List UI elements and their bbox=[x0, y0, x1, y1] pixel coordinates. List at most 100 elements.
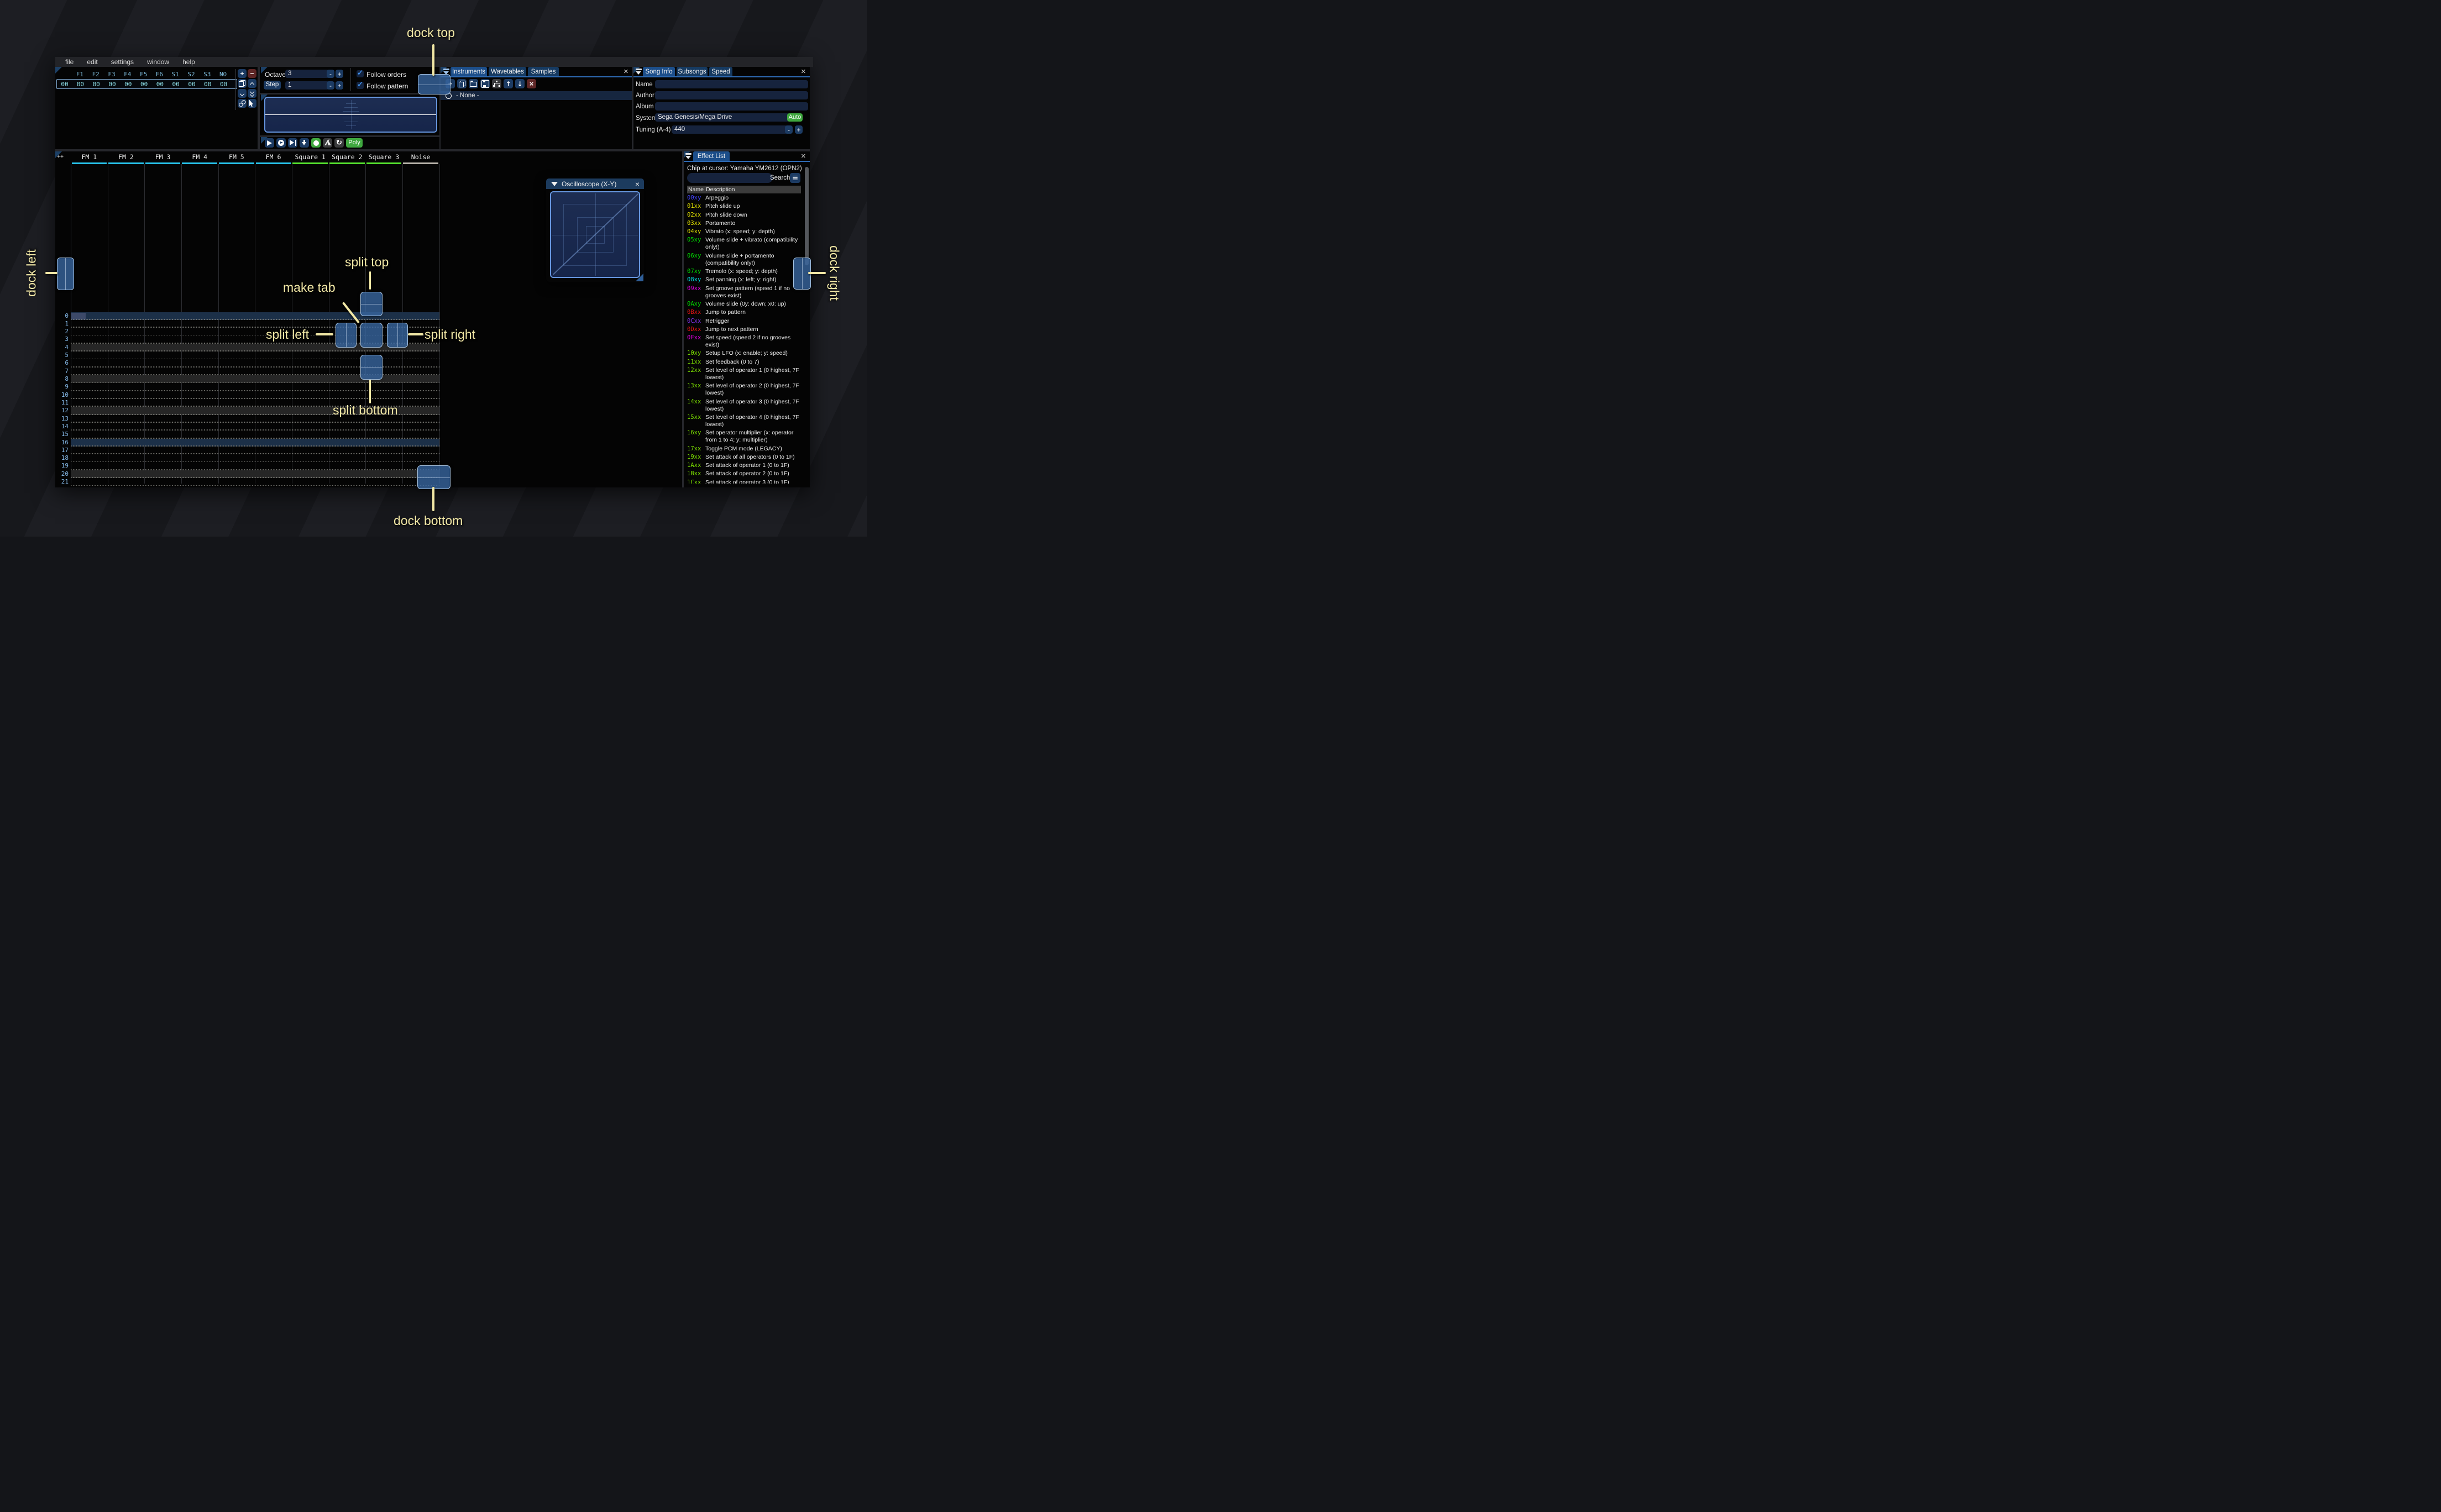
order-move-down-button[interactable] bbox=[238, 89, 247, 98]
channel-header[interactable]: Square 3 bbox=[365, 153, 402, 164]
order-move-up-button[interactable] bbox=[248, 79, 256, 88]
instrument-toggle-folders-button[interactable] bbox=[492, 79, 501, 88]
menu-item[interactable]: window bbox=[140, 58, 176, 66]
menu-item[interactable]: settings bbox=[104, 58, 140, 66]
pattern-row-cells[interactable] bbox=[71, 335, 439, 344]
pattern-row-cells[interactable] bbox=[71, 319, 439, 328]
tab-wavetables[interactable]: Wavetables bbox=[489, 67, 526, 76]
effect-list-scrollbar[interactable] bbox=[805, 167, 809, 265]
close-icon[interactable]: × bbox=[801, 67, 806, 76]
tab-samples[interactable]: Samples bbox=[528, 67, 559, 76]
split-left-target[interactable] bbox=[335, 323, 357, 348]
effect-row[interactable]: 17xx Toggle PCM mode (LEGACY) bbox=[687, 445, 802, 453]
pattern-row-cells[interactable] bbox=[71, 478, 439, 486]
octave-input[interactable]: 3 bbox=[285, 70, 329, 78]
effect-row[interactable]: 13xx Set level of operator 2 (0 highest,… bbox=[687, 382, 802, 397]
order-deep-clone-button[interactable] bbox=[238, 99, 247, 108]
close-icon[interactable]: × bbox=[624, 67, 628, 76]
channel-header[interactable]: FM 4 bbox=[181, 153, 218, 164]
effect-row[interactable]: 08xy Set panning (x: left; y: right) bbox=[687, 276, 802, 284]
resize-grip[interactable] bbox=[636, 274, 643, 281]
tab-effect-list[interactable]: Effect List bbox=[693, 151, 730, 161]
effect-row[interactable]: 09xx Set groove pattern (speed 1 if no g… bbox=[687, 285, 802, 300]
oscilloscope-xy-titlebar[interactable]: Oscilloscope (X-Y) × bbox=[546, 179, 644, 189]
close-icon[interactable]: × bbox=[801, 152, 806, 160]
step-plus-button[interactable]: + bbox=[336, 81, 343, 90]
close-icon[interactable]: × bbox=[635, 180, 640, 188]
order-row-selected[interactable]: 00 00 00 00 00 00 00 00 00 00 00 bbox=[56, 79, 237, 89]
pattern-row-cells[interactable] bbox=[71, 328, 439, 336]
hide-tab-bar-button[interactable] bbox=[636, 69, 642, 75]
order-cell[interactable]: 00 bbox=[72, 81, 88, 88]
tab-subsongs[interactable]: Subsongs bbox=[677, 67, 708, 76]
effect-row[interactable]: 00xy Arpeggio bbox=[687, 195, 802, 202]
step-minus-button[interactable]: - bbox=[327, 81, 334, 90]
instrument-list-item-selected[interactable]: - None - bbox=[441, 91, 632, 100]
octave-minus-button[interactable]: - bbox=[327, 70, 334, 78]
system-auto-button[interactable]: Auto bbox=[787, 113, 803, 122]
tuning-minus-button[interactable]: - bbox=[785, 125, 793, 134]
pattern-row-cells[interactable] bbox=[71, 383, 439, 391]
channel-header[interactable]: FM 2 bbox=[108, 153, 145, 164]
pattern-row-cells[interactable] bbox=[71, 367, 439, 375]
expand-channels-button[interactable]: ++ bbox=[57, 154, 64, 160]
repeat-pattern-button[interactable]: ↻ bbox=[334, 138, 344, 148]
menu-item[interactable]: edit bbox=[80, 58, 104, 66]
step-button[interactable]: Step bbox=[264, 81, 281, 90]
effect-row[interactable]: 10xy Setup LFO (x: enable; y: speed) bbox=[687, 350, 802, 357]
xy-scope-display[interactable] bbox=[550, 191, 640, 278]
effect-list-menu-button[interactable] bbox=[790, 173, 800, 183]
order-cell[interactable]: 00 bbox=[136, 81, 152, 88]
order-change-mode-button[interactable] bbox=[248, 99, 256, 108]
channel-header[interactable]: Square 1 bbox=[292, 153, 329, 164]
hide-tab-bar-button[interactable] bbox=[443, 69, 450, 75]
instrument-duplicate-button[interactable] bbox=[457, 79, 467, 88]
make-tab-target[interactable] bbox=[360, 323, 383, 348]
channel-header[interactable]: FM 3 bbox=[144, 153, 181, 164]
effect-table-header[interactable]: Name Description bbox=[687, 186, 801, 193]
pattern-row-cells[interactable] bbox=[71, 312, 439, 320]
effect-row[interactable]: 07xy Tremolo (x: speed; y: depth) bbox=[687, 268, 802, 275]
pattern-row-cells[interactable] bbox=[71, 454, 439, 463]
effect-row[interactable]: 11xx Set feedback (0 to 7) bbox=[687, 359, 802, 366]
effect-row[interactable]: 16xy Set operator multiplier (x: operato… bbox=[687, 429, 802, 444]
order-cell[interactable]: 00 bbox=[184, 81, 200, 88]
channel-header[interactable]: Noise bbox=[402, 153, 439, 164]
pattern-row-cells[interactable] bbox=[71, 343, 439, 352]
panel-divider[interactable] bbox=[682, 151, 684, 487]
instrument-save-button[interactable] bbox=[480, 79, 490, 88]
effect-row[interactable]: 0Cxx Retrigger bbox=[687, 318, 802, 325]
octave-plus-button[interactable]: + bbox=[336, 70, 343, 78]
instrument-move-down-button[interactable]: ↓ bbox=[515, 79, 525, 88]
order-remove-button[interactable]: − bbox=[248, 69, 256, 78]
tab-song-info[interactable]: Song Info bbox=[643, 67, 675, 76]
pattern-row-cells[interactable] bbox=[71, 359, 439, 368]
split-right-target[interactable] bbox=[387, 323, 408, 348]
search-input[interactable] bbox=[687, 173, 773, 183]
author-field[interactable] bbox=[655, 91, 808, 99]
menu-item[interactable]: file bbox=[59, 58, 80, 66]
pattern-cursor-cell[interactable] bbox=[71, 312, 86, 319]
effect-row[interactable]: 15xx Set level of operator 4 (0 highest,… bbox=[687, 414, 802, 428]
channel-header[interactable]: FM 5 bbox=[218, 153, 255, 164]
channel-header[interactable]: Square 2 bbox=[328, 153, 365, 164]
effect-row[interactable]: 02xx Pitch slide down bbox=[687, 212, 802, 219]
pattern-row-cells[interactable] bbox=[71, 375, 439, 384]
order-cell[interactable]: 00 bbox=[152, 81, 168, 88]
album-field[interactable] bbox=[655, 102, 808, 111]
pattern-row-cells[interactable] bbox=[71, 470, 439, 479]
order-duplicate-end-button[interactable] bbox=[248, 89, 256, 98]
split-bottom-target[interactable] bbox=[360, 354, 383, 380]
split-top-target[interactable] bbox=[360, 291, 383, 316]
effect-row[interactable]: 0Axy Volume slide (0y: down; x0: up) bbox=[687, 301, 802, 308]
effect-row[interactable]: 01xx Pitch slide up bbox=[687, 203, 802, 210]
order-add-button[interactable]: + bbox=[238, 69, 247, 78]
pattern-row-cells[interactable] bbox=[71, 446, 439, 455]
effect-row[interactable]: 12xx Set level of operator 1 (0 highest,… bbox=[687, 367, 802, 381]
system-field[interactable]: Sega Genesis/Mega Drive bbox=[655, 113, 789, 122]
step-row-button[interactable] bbox=[300, 138, 309, 148]
order-cell[interactable]: 00 bbox=[168, 81, 184, 88]
effect-row[interactable]: 1Bxx Set attack of operator 2 (0 to 1F) bbox=[687, 470, 802, 477]
instrument-open-button[interactable] bbox=[469, 79, 478, 88]
pattern-row-cells[interactable] bbox=[71, 438, 439, 447]
